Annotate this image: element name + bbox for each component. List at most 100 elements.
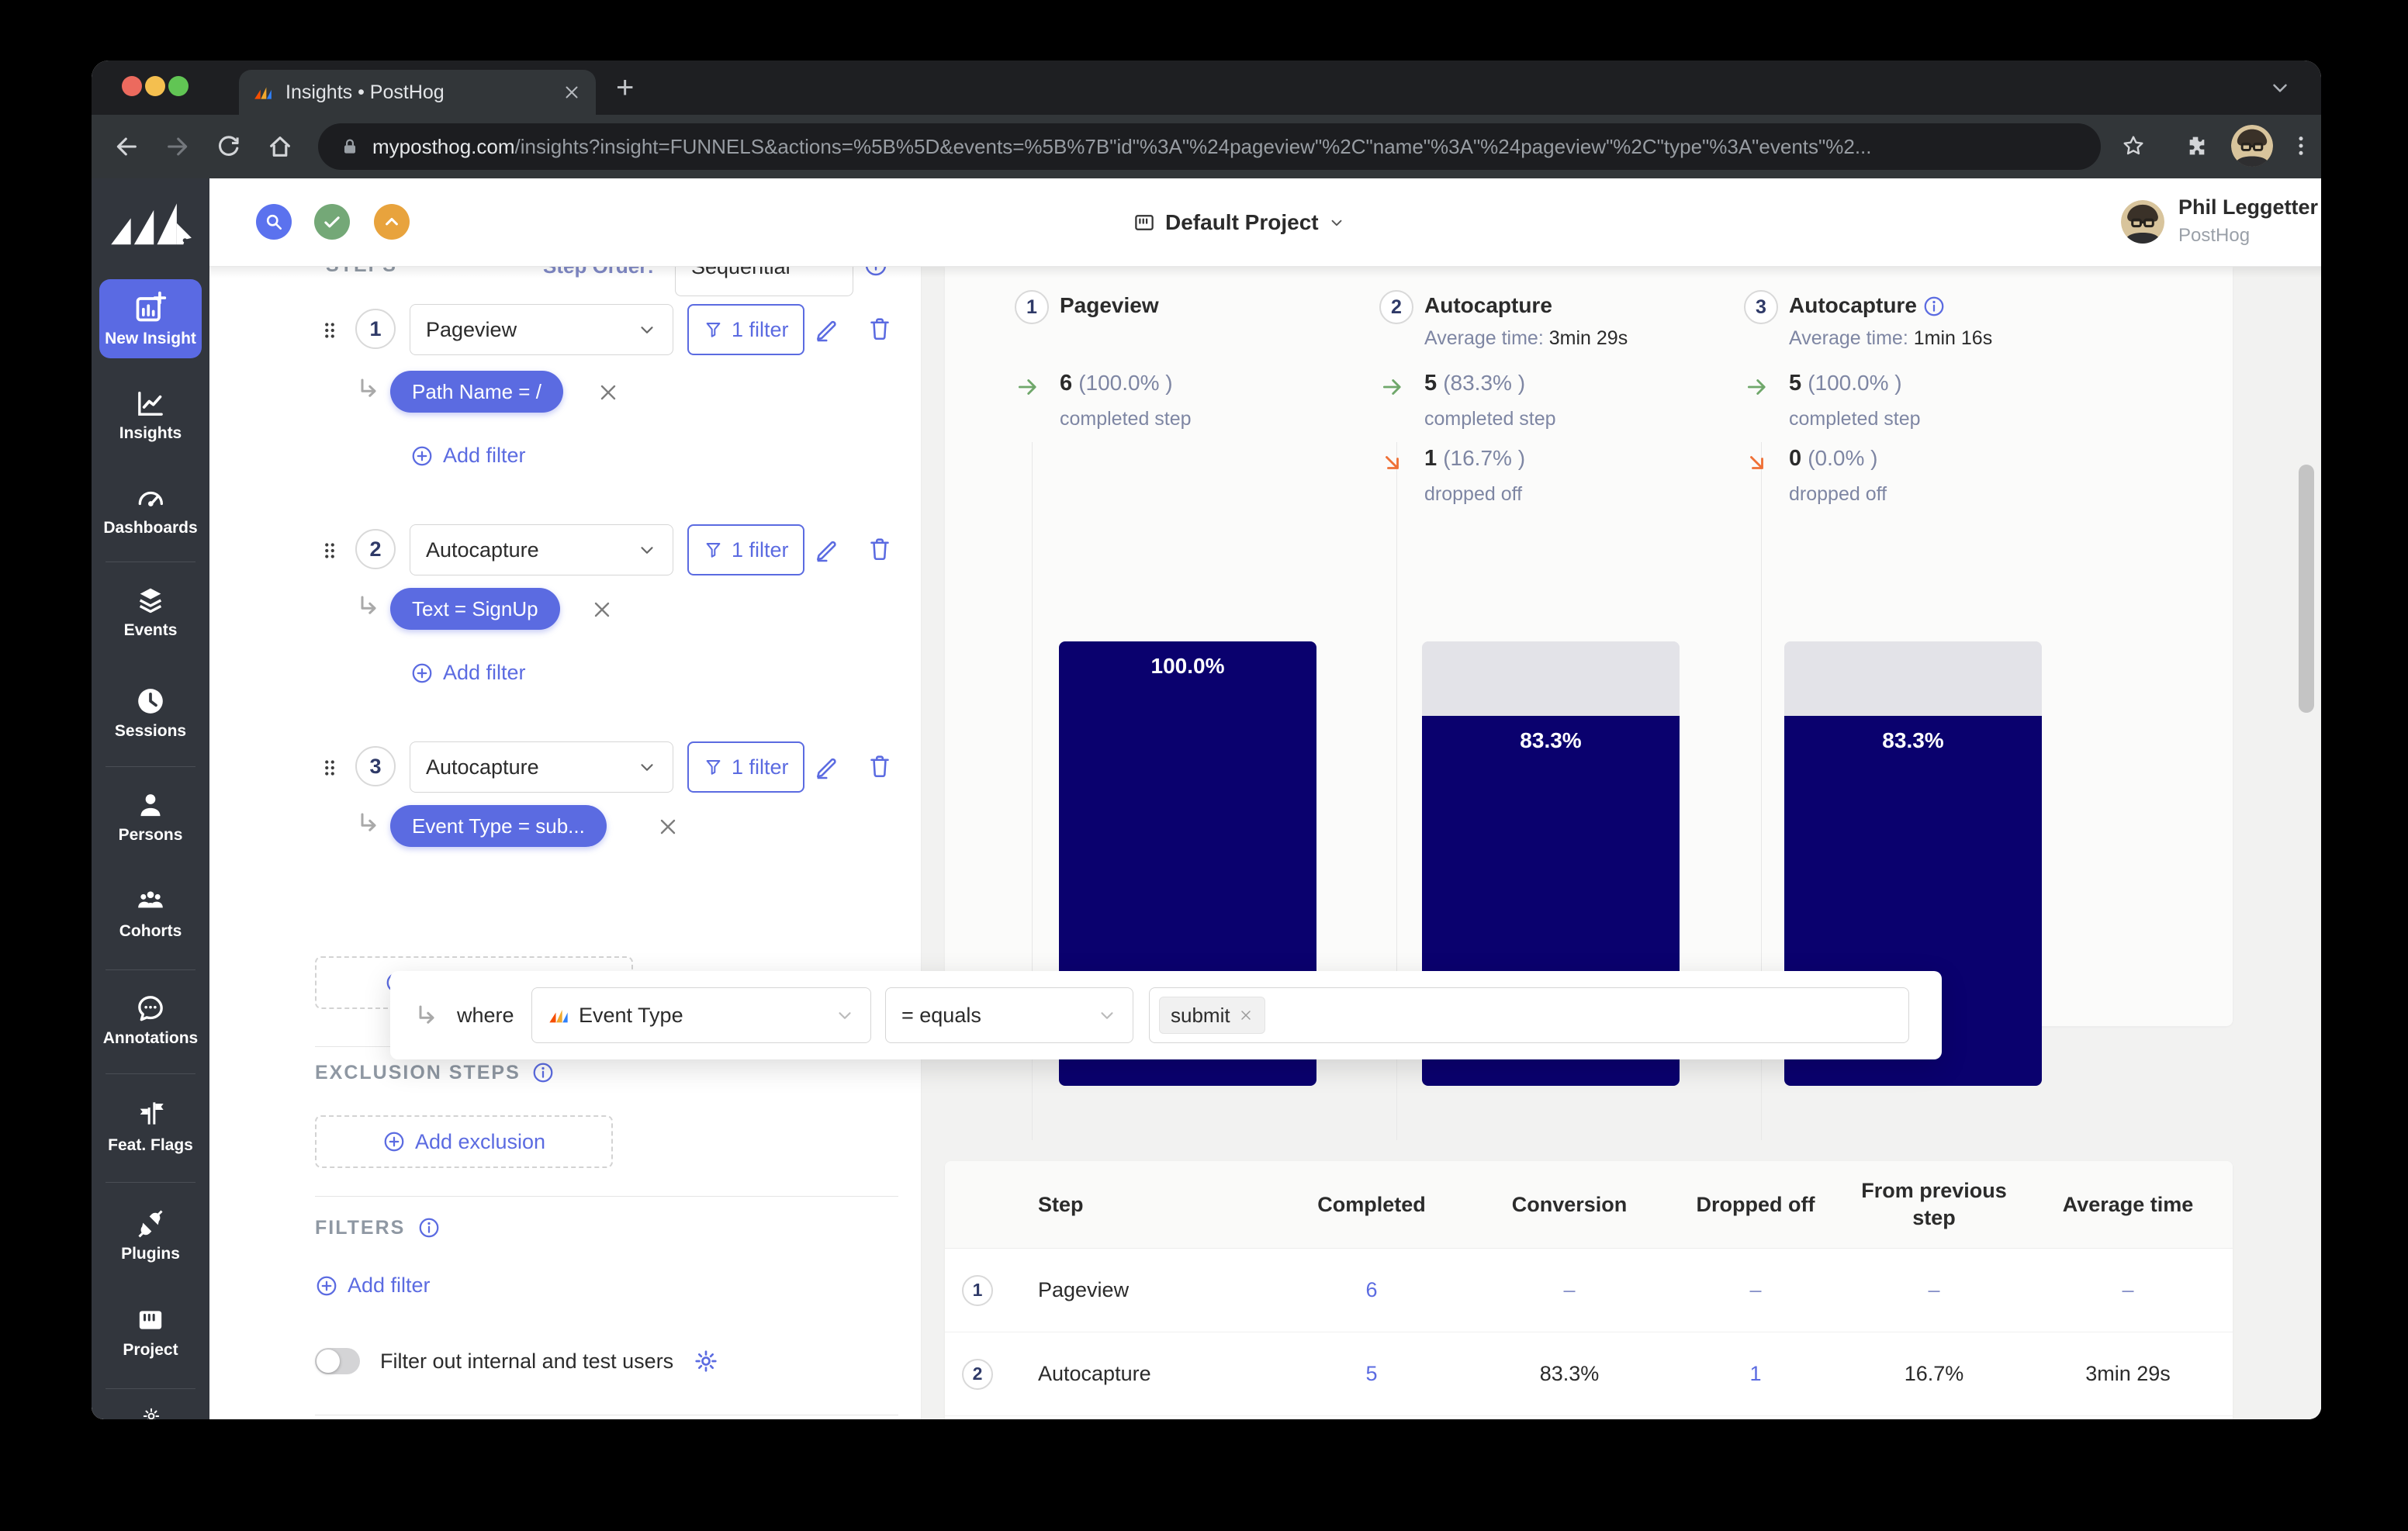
delete-trash-icon[interactable] — [866, 752, 894, 780]
forward-icon[interactable] — [164, 133, 191, 160]
drag-handle-icon[interactable] — [318, 312, 341, 349]
tab-close-icon[interactable] — [562, 82, 582, 102]
info-icon[interactable] — [1922, 295, 1946, 318]
sidebar-item-persons[interactable]: Persons — [92, 790, 209, 845]
browser-menu-kebab-icon[interactable] — [2289, 133, 2313, 158]
caret-up-icon — [381, 211, 403, 233]
sessions-clock-icon — [135, 686, 166, 717]
property-filter-pill[interactable]: Text = SignUp — [390, 588, 560, 630]
search-button[interactable] — [256, 204, 292, 240]
table-row[interactable]: 2 Autocapture 5 83.3% 1 16.7% 3min 29s — [945, 1332, 2233, 1416]
sidebar-item-cohorts[interactable]: Cohorts — [92, 886, 209, 941]
property-select[interactable]: Event Type — [531, 987, 871, 1043]
upgrade-button[interactable] — [374, 204, 410, 240]
step-order-info-icon[interactable] — [863, 267, 888, 278]
browser-tab[interactable]: Insights • PostHog — [239, 70, 596, 115]
filter-funnel-icon — [703, 320, 724, 340]
step-event-select[interactable]: Pageview — [410, 304, 673, 355]
sidebar-item-annotations[interactable]: Annotations — [92, 993, 209, 1048]
info-icon[interactable] — [531, 1061, 555, 1084]
project-switcher[interactable]: Default Project — [1133, 178, 1345, 267]
sidebar-item-project[interactable]: Project — [92, 1305, 209, 1360]
traffic-light-zoom[interactable] — [168, 76, 189, 96]
sidebar-partial-icon[interactable] — [142, 1407, 161, 1419]
remove-tag-x-icon[interactable] — [1238, 1007, 1254, 1023]
filter-test-users-toggle[interactable] — [315, 1348, 360, 1374]
posthog-favicon — [253, 82, 273, 102]
bookmark-star-icon[interactable] — [2121, 133, 2146, 158]
drag-handle-icon[interactable] — [318, 749, 341, 786]
back-icon[interactable] — [113, 133, 140, 160]
traffic-light-minimize[interactable] — [145, 76, 165, 96]
dropped-count[interactable]: 1 — [1424, 446, 1437, 471]
remove-filter-x-icon[interactable] — [596, 380, 621, 405]
filter-funnel-icon — [703, 540, 724, 561]
step-filter-count-button[interactable]: 1 filter — [687, 741, 804, 793]
property-filter-pill[interactable]: Path Name = / — [390, 371, 563, 413]
status-check-button[interactable] — [314, 204, 350, 240]
funnel-step-title: Autocapture — [1424, 293, 1552, 317]
funnel-bar-dropoff — [1422, 641, 1680, 716]
sidebar-item-feature-flags[interactable]: Feat. Flags — [92, 1100, 209, 1155]
table-row[interactable]: 3 Autocapture 5 83.3% 0 0.0% 1min 16s — [945, 1416, 2233, 1419]
funnel-bar-percent-label: 83.3% — [1882, 727, 1944, 752]
project-switcher-building-icon — [1133, 211, 1156, 234]
edit-pencil-icon[interactable] — [813, 535, 841, 563]
remove-filter-x-icon[interactable] — [656, 814, 680, 839]
completed-arrow-icon — [1379, 374, 1406, 400]
reload-icon[interactable] — [216, 133, 242, 160]
step-order-select[interactable]: Sequential — [675, 267, 853, 296]
user-avatar[interactable] — [2121, 200, 2164, 244]
remove-filter-x-icon[interactable] — [590, 597, 614, 622]
delete-trash-icon[interactable] — [866, 535, 894, 563]
info-icon[interactable] — [417, 1216, 441, 1239]
posthog-logo[interactable] — [108, 202, 193, 251]
completed-count[interactable]: 5 — [1424, 371, 1437, 396]
add-global-filter-link[interactable]: Add filter — [315, 1274, 431, 1298]
traffic-light-close[interactable] — [122, 76, 142, 96]
home-icon[interactable] — [267, 133, 293, 160]
tab-search-chevron-icon[interactable] — [2268, 76, 2292, 99]
funnel-results-table: Step Completed Conversion Dropped off Fr… — [945, 1161, 2233, 1419]
sidebar-item-plugins[interactable]: Plugins — [92, 1208, 209, 1263]
add-exclusion-button[interactable]: Add exclusion — [315, 1115, 613, 1168]
delete-trash-icon[interactable] — [866, 315, 894, 343]
add-filter-link[interactable]: Add filter — [410, 661, 526, 685]
new-tab-button[interactable]: + — [616, 72, 634, 103]
browser-profile-avatar[interactable] — [2231, 125, 2273, 167]
completed-count[interactable]: 5 — [1789, 371, 1801, 396]
row-completed-link[interactable]: 5 — [1271, 1362, 1472, 1386]
sidebar-item-dashboards[interactable]: Dashboards — [92, 482, 209, 537]
sidebar-item-sessions[interactable]: Sessions — [92, 686, 209, 741]
plugins-plug-icon — [135, 1208, 166, 1239]
sidebar-item-events[interactable]: Events — [92, 585, 209, 640]
extensions-puzzle-icon[interactable] — [2183, 133, 2208, 158]
edit-pencil-icon[interactable] — [813, 315, 841, 343]
step-event-select[interactable]: Autocapture — [410, 524, 673, 575]
dropped-count[interactable]: 0 — [1789, 446, 1801, 471]
property-filter-pill[interactable]: Event Type = sub... — [390, 805, 607, 847]
step-filter-count-button[interactable]: 1 filter — [687, 524, 804, 575]
step-event-select[interactable]: Autocapture — [410, 741, 673, 793]
row-dropped-link[interactable]: 1 — [1666, 1362, 1845, 1386]
sidebar-item-label: Insights — [119, 424, 182, 442]
value-tag[interactable]: submit — [1159, 997, 1265, 1034]
sidebar-item-insights[interactable]: Insights — [92, 388, 209, 443]
scrollbar-thumb[interactable] — [2299, 465, 2314, 713]
drag-handle-icon[interactable] — [318, 532, 341, 569]
address-bar[interactable]: myposthog.com/insights?insight=FUNNELS&a… — [318, 123, 2101, 170]
row-completed-link[interactable]: 6 — [1271, 1278, 1472, 1302]
operator-select[interactable]: = equals — [885, 987, 1133, 1043]
edit-pencil-icon[interactable] — [813, 752, 841, 780]
gear-icon[interactable] — [694, 1349, 718, 1374]
value-input[interactable]: submit — [1149, 987, 1909, 1043]
sidebar-divider — [106, 1388, 195, 1389]
sidebar-item-new-insight[interactable]: New Insight — [99, 279, 202, 358]
completed-count[interactable]: 6 — [1060, 371, 1072, 396]
add-filter-link[interactable]: Add filter — [410, 444, 526, 468]
row-conversion: – — [1563, 1278, 1576, 1301]
operator-select-value: = equals — [901, 1003, 981, 1027]
funnel-step-badge: 1 — [1015, 290, 1049, 324]
step-filter-count-button[interactable]: 1 filter — [687, 304, 804, 355]
table-row[interactable]: 1 Pageview 6 – – – – — [945, 1249, 2233, 1332]
